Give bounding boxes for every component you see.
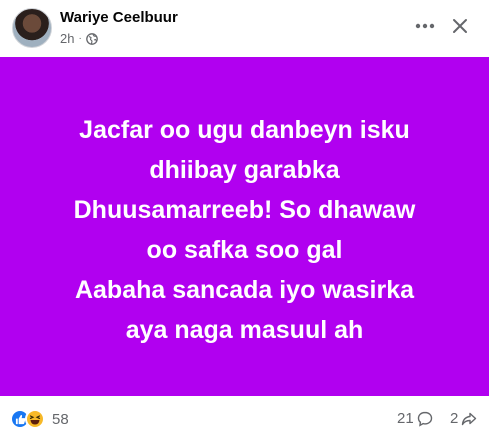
post-text-line: oo safka soo gal <box>146 235 343 264</box>
reactions-summary[interactable]: 58 <box>10 409 69 429</box>
share-icon <box>462 412 477 425</box>
post-text-line: Dhuusamarreeb! So dhawaw <box>73 195 416 224</box>
post-header: Wariye Ceelbuur 2h · <box>0 0 489 56</box>
post-meta: 2h · <box>60 31 98 46</box>
meta-separator: · <box>78 33 82 44</box>
share-count-link[interactable]: 2 <box>450 410 477 427</box>
more-icon <box>415 23 435 29</box>
comment-count-link[interactable]: 21 <box>397 410 433 427</box>
post-text-line: aya naga masuul ah <box>125 315 364 344</box>
globe-icon[interactable] <box>85 32 98 45</box>
close-icon <box>453 19 467 33</box>
post-time[interactable]: 2h <box>60 31 74 46</box>
haha-icon <box>25 409 45 429</box>
post-text: Jacfar oo ugu danbeyn isku dhiibay garab… <box>25 110 465 350</box>
post-text-line: Aabaha sancada iyo wasirka <box>74 275 415 304</box>
comment-count: 21 <box>397 410 414 427</box>
avatar[interactable] <box>12 8 52 48</box>
post-text-line: Jacfar oo ugu danbeyn isku <box>79 115 410 144</box>
comment-icon <box>417 411 432 427</box>
author-name[interactable]: Wariye Ceelbuur <box>60 9 178 26</box>
post-text-line: dhiibay garabka <box>149 155 340 184</box>
reaction-count: 58 <box>52 410 69 428</box>
post-content[interactable]: Jacfar oo ugu danbeyn isku dhiibay garab… <box>0 57 489 396</box>
close-button[interactable] <box>442 8 478 44</box>
more-options-button[interactable] <box>407 8 443 44</box>
post-footer: 58 21 2 <box>0 405 489 435</box>
share-count: 2 <box>450 410 459 427</box>
